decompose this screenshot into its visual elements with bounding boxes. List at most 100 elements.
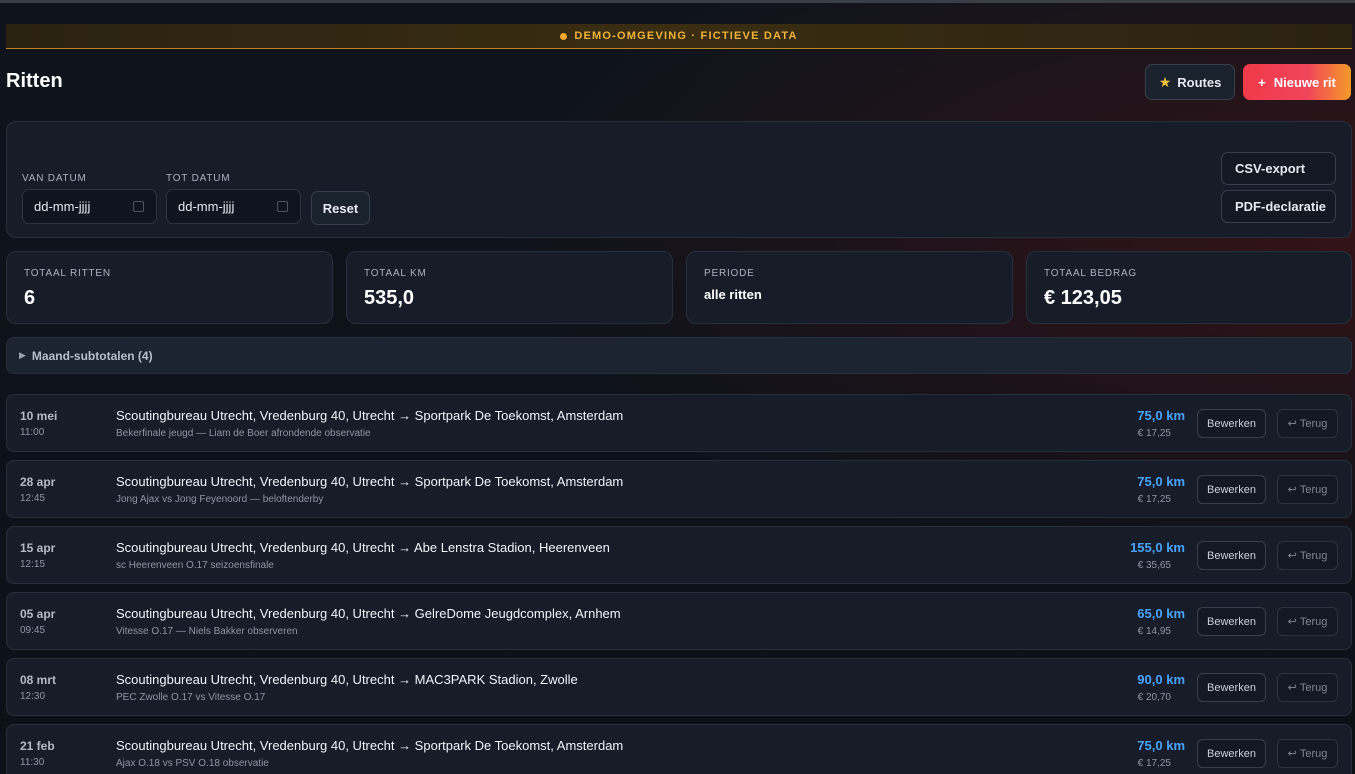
trip-date: 15 apr — [20, 541, 56, 555]
new-trip-button-label: Nieuwe rit — [1273, 74, 1336, 90]
stat-total-trips: TOTAAL RITTEN 6 — [6, 251, 333, 324]
trip-route: Scoutingbureau Utrecht, Vredenburg 40, U… — [116, 540, 610, 555]
to-date-input[interactable]: dd-mm-jjjj — [166, 189, 301, 224]
edit-button[interactable]: Bewerken — [1197, 409, 1266, 438]
stat-value: 535,0 — [364, 287, 415, 309]
trip-km: 155,0 km — [1130, 540, 1185, 555]
return-trip-label: Terug — [1299, 549, 1328, 562]
stat-period: PERIODE alle ritten — [686, 251, 1013, 324]
return-trip-button[interactable]: ↩ Terug — [1277, 475, 1338, 504]
return-arrow-icon: ↩ — [1287, 682, 1297, 694]
return-trip-button[interactable]: ↩ Terug — [1277, 409, 1338, 438]
trip-row: 10 mei 11:00 Scoutingbureau Utrecht, Vre… — [6, 394, 1352, 452]
from-date-label: VAN DATUM — [22, 173, 87, 184]
plus-icon: + — [1258, 74, 1266, 90]
trip-date: 05 apr — [20, 607, 56, 621]
new-trip-button[interactable]: + Nieuwe rit — [1243, 64, 1351, 100]
trip-amount: € 17,25 — [1137, 758, 1171, 769]
return-trip-label: Terug — [1299, 681, 1328, 694]
routes-button-label: Routes — [1177, 74, 1222, 90]
return-trip-button[interactable]: ↩ Terug — [1277, 541, 1338, 570]
monthly-subtotals-label: Maand-subtotalen (4) — [31, 348, 153, 363]
return-trip-label: Terug — [1299, 747, 1328, 760]
trip-date: 28 apr — [20, 475, 56, 489]
return-arrow-icon: ↩ — [1287, 550, 1297, 562]
page-title: Ritten — [6, 70, 63, 92]
trip-time: 09:45 — [20, 625, 46, 636]
trip-note: Jong Ajax vs Jong Feyenoord — beloftende… — [116, 494, 324, 505]
expand-triangle-icon: ▶ — [19, 350, 26, 360]
trip-date: 10 mei — [20, 409, 58, 423]
return-arrow-icon: ↩ — [1287, 484, 1297, 496]
return-trip-label: Terug — [1299, 615, 1328, 628]
window-top-border — [0, 0, 1355, 3]
trip-note: sc Heerenveen O.17 seizoensfinale — [116, 560, 274, 571]
edit-button[interactable]: Bewerken — [1197, 541, 1266, 570]
trip-time: 11:00 — [20, 427, 45, 438]
return-arrow-icon: ↩ — [1287, 418, 1297, 430]
return-trip-button[interactable]: ↩ Terug — [1277, 607, 1338, 636]
stat-value: 6 — [24, 287, 36, 309]
demo-banner: DEMO-OMGEVING · FICTIEVE DATA — [6, 24, 1352, 49]
trip-time: 11:30 — [20, 757, 45, 768]
stat-total-amount: TOTAAL BEDRAG € 123,05 — [1026, 251, 1352, 324]
return-trip-button[interactable]: ↩ Terug — [1277, 673, 1338, 702]
trip-row: 28 apr 12:45 Scoutingbureau Utrecht, Vre… — [6, 460, 1352, 518]
monthly-subtotals-toggle[interactable]: ▶ Maand-subtotalen (4) — [6, 337, 1352, 374]
from-date-input[interactable]: dd-mm-jjjj — [22, 189, 157, 224]
stat-value: alle ritten — [704, 287, 762, 302]
to-date-label: TOT DATUM — [166, 173, 231, 184]
edit-button[interactable]: Bewerken — [1197, 739, 1266, 768]
reset-button[interactable]: Reset — [311, 191, 370, 225]
trip-route: Scoutingbureau Utrecht, Vredenburg 40, U… — [116, 606, 621, 621]
stat-total-km: TOTAAL KM 535,0 — [346, 251, 673, 324]
trip-route: Scoutingbureau Utrecht, Vredenburg 40, U… — [116, 672, 578, 687]
trip-amount: € 20,70 — [1137, 692, 1171, 703]
trip-time: 12:15 — [20, 559, 46, 570]
stat-value: € 123,05 — [1044, 287, 1122, 309]
calendar-icon[interactable] — [277, 201, 288, 212]
demo-banner-text: DEMO-OMGEVING · FICTIEVE DATA — [574, 30, 798, 42]
edit-button[interactable]: Bewerken — [1197, 673, 1266, 702]
stat-label: TOTAAL RITTEN — [24, 268, 111, 279]
return-trip-button[interactable]: ↩ Terug — [1277, 739, 1338, 768]
status-dot-icon — [560, 32, 568, 40]
return-arrow-icon: ↩ — [1287, 748, 1297, 760]
trip-note: Bekerfinale jeugd — Liam de Boer afronde… — [116, 428, 371, 439]
trip-row: 21 feb 11:30 Scoutingbureau Utrecht, Vre… — [6, 724, 1352, 774]
trip-note: PEC Zwolle O.17 vs Vitesse O.17 — [116, 692, 266, 703]
return-arrow-icon: ↩ — [1287, 616, 1297, 628]
from-date-placeholder: dd-mm-jjjj — [34, 199, 91, 214]
trip-note: Ajax O.18 vs PSV O.18 observatie — [116, 758, 269, 769]
return-trip-label: Terug — [1299, 417, 1328, 430]
calendar-icon[interactable] — [133, 201, 144, 212]
trip-date: 08 mrt — [20, 673, 57, 687]
trip-route: Scoutingbureau Utrecht, Vredenburg 40, U… — [116, 738, 624, 753]
trip-note: Vitesse O.17 — Niels Bakker observeren — [116, 626, 298, 637]
trip-amount: € 14,95 — [1137, 626, 1171, 637]
edit-button[interactable]: Bewerken — [1197, 607, 1266, 636]
to-date-placeholder: dd-mm-jjjj — [178, 199, 235, 214]
return-trip-label: Terug — [1299, 483, 1328, 496]
trip-amount: € 17,25 — [1137, 428, 1171, 439]
trip-date: 21 feb — [20, 739, 55, 753]
trip-row: 08 mrt 12:30 Scoutingbureau Utrecht, Vre… — [6, 658, 1352, 716]
edit-button[interactable]: Bewerken — [1197, 475, 1266, 504]
trip-row: 05 apr 09:45 Scoutingbureau Utrecht, Vre… — [6, 592, 1352, 650]
filter-panel: VAN DATUM dd-mm-jjjj TOT DATUM dd-mm-jjj… — [6, 121, 1352, 238]
trip-time: 12:45 — [20, 493, 46, 504]
trip-route: Scoutingbureau Utrecht, Vredenburg 40, U… — [116, 474, 624, 489]
trip-km: 75,0 km — [1137, 474, 1185, 489]
stat-label: PERIODE — [704, 268, 755, 279]
csv-export-button[interactable]: CSV-export — [1221, 152, 1336, 185]
trip-time: 12:30 — [20, 691, 46, 702]
trip-route: Scoutingbureau Utrecht, Vredenburg 40, U… — [116, 408, 624, 423]
trip-row: 15 apr 12:15 Scoutingbureau Utrecht, Vre… — [6, 526, 1352, 584]
trip-km: 75,0 km — [1137, 408, 1185, 423]
stat-label: TOTAAL KM — [364, 268, 427, 279]
trip-km: 90,0 km — [1137, 672, 1185, 687]
routes-button[interactable]: ★ Routes — [1145, 64, 1235, 100]
trip-km: 75,0 km — [1137, 738, 1185, 753]
pdf-declaration-button[interactable]: PDF-declaratie — [1221, 190, 1336, 223]
trip-km: 65,0 km — [1137, 606, 1185, 621]
